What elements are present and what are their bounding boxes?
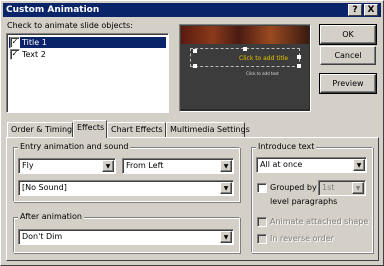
custom-animation-dialog: Custom Animation ? X Check to animate sl…	[0, 0, 384, 266]
entry-animation-label: Entry animation and sound	[18, 142, 131, 152]
thumb-header-image	[181, 26, 309, 44]
close-icon: X	[367, 5, 375, 15]
chevron-down-icon[interactable]: ▼	[102, 160, 114, 172]
animate-attached-shape-label: Animate attached shape	[270, 217, 369, 226]
slide-preview-thumbnail: Click to add title Click to add text	[179, 24, 311, 112]
grouped-by-level-value: 1st	[322, 183, 335, 192]
tab-order-timing[interactable]: Order & Timing	[7, 122, 73, 137]
after-animation-value: Don't Dim	[22, 232, 63, 241]
title-bar: Custom Animation ? X	[3, 3, 381, 17]
introduce-text-label: Introduce text	[256, 142, 317, 152]
close-button[interactable]: X	[364, 4, 378, 16]
help-button[interactable]: ?	[348, 4, 362, 16]
effect-select[interactable]: Fly ▼	[18, 158, 116, 174]
sound-value: [No Sound]	[22, 183, 67, 192]
chevron-down-icon[interactable]: ▼	[220, 231, 232, 243]
window-title: Custom Animation	[6, 5, 100, 15]
list-item-label: Title 1	[22, 38, 47, 47]
chevron-down-icon[interactable]: ▼	[353, 159, 365, 171]
thumb-title-text: Click to add title	[239, 55, 289, 62]
title-1-checkbox[interactable]: ✓	[10, 37, 20, 48]
list-item-label: Text 2	[22, 50, 46, 59]
preview-button[interactable]: Preview	[319, 73, 377, 94]
animate-attached-shape-checkbox[interactable]	[257, 217, 267, 227]
grouped-by-checkbox[interactable]	[257, 183, 267, 193]
cancel-button[interactable]: Cancel	[320, 46, 376, 65]
tab-multimedia-settings[interactable]: Multimedia Settings	[166, 122, 250, 137]
list-item-title-1[interactable]: ✓ Title 1	[9, 37, 166, 48]
reverse-order-checkbox[interactable]	[257, 234, 267, 244]
chevron-down-icon[interactable]: ▼	[220, 182, 232, 194]
grouped-by-label: Grouped by	[270, 183, 317, 192]
effect-value: Fly	[22, 161, 34, 170]
thumb-title-placeholder: Click to add title	[190, 47, 301, 68]
chevron-down-icon[interactable]: ▼	[352, 182, 364, 194]
introduce-text-value: All at once	[260, 160, 303, 169]
reverse-order-label: In reverse order	[270, 234, 334, 243]
question-icon: ?	[352, 5, 358, 15]
tab-chart-effects[interactable]: Chart Effects	[107, 122, 166, 137]
level-paragraphs-label: level paragraphs	[270, 197, 338, 206]
after-animation-select[interactable]: Don't Dim ▼	[18, 229, 234, 245]
tab-effects[interactable]: Effects	[73, 120, 107, 138]
after-animation-label: After animation	[18, 212, 84, 222]
direction-select[interactable]: From Left ▼	[122, 158, 234, 174]
grouped-by-level-select[interactable]: 1st ▼	[318, 180, 366, 196]
thumb-body-text: Click to add text	[246, 71, 279, 76]
objects-list[interactable]: ✓ Title 1 ✓ Text 2	[6, 33, 169, 113]
direction-value: From Left	[126, 161, 164, 170]
text-2-checkbox[interactable]: ✓	[10, 49, 20, 60]
ok-button[interactable]: OK	[319, 24, 377, 45]
chevron-down-icon[interactable]: ▼	[220, 160, 232, 172]
objects-label: Check to animate slide objects:	[7, 21, 133, 30]
list-item-text-2[interactable]: ✓ Text 2	[9, 49, 166, 60]
sound-select[interactable]: [No Sound] ▼	[18, 180, 234, 196]
introduce-text-select[interactable]: All at once ▼	[256, 157, 367, 173]
